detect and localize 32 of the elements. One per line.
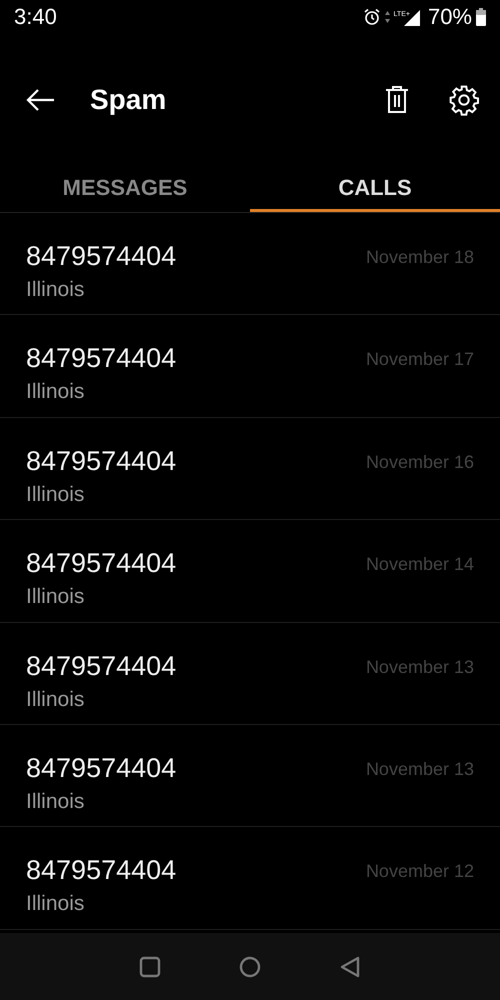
caller-location: Illinois [26,585,86,610]
recents-button[interactable] [139,956,161,978]
phone-number: 8479574404 [26,752,176,784]
caller-location: Illinois [26,892,86,916]
phone-number: 8479574404 [26,343,176,374]
call-date: November 17 [366,349,474,370]
caller-location: Illinois [26,482,86,507]
caller-location: Illinois [26,790,86,814]
alarm-icon [362,8,381,26]
phone-number: 8479574404 [26,855,176,886]
status-time: 3:40 [14,4,57,30]
tab[interactable]: CALLS [250,166,500,212]
call-date: November 13 [366,656,474,678]
back-nav-button[interactable] [339,956,361,978]
phone-number: 8479574404 [26,650,176,682]
home-button[interactable] [239,956,261,978]
tab[interactable]: MESSAGES [0,166,250,212]
call-date: November 13 [366,758,474,780]
call-date: November 16 [366,452,474,473]
battery-percent: 70% [428,4,472,30]
caller-location: Illinois [26,278,86,302]
call-date: November 12 [366,861,474,882]
call-date: November 14 [366,554,474,576]
screen-title: Spam [90,84,166,116]
battery-icon [476,8,486,26]
phone-number: 8479574404 [26,241,176,272]
phone-number: 8479574404 [26,446,176,477]
caller-location: Illinois [26,380,86,404]
phone-number: 8479574404 [26,548,176,580]
caller-location: Illinois [26,688,86,712]
data-arrows-icon [384,11,390,23]
call-date: November 18 [366,247,474,268]
